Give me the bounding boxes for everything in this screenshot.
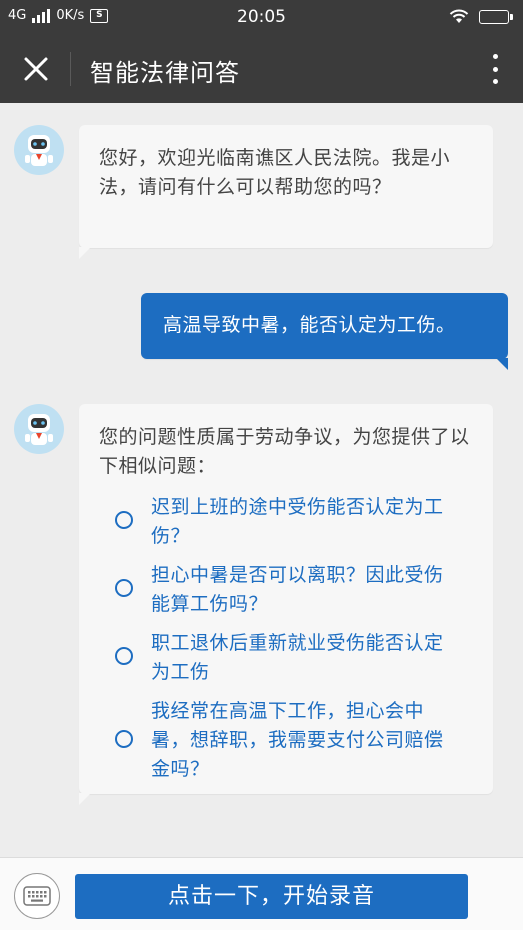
header-divider <box>70 52 71 86</box>
radio-icon <box>115 579 133 597</box>
close-icon <box>24 57 48 81</box>
message-text: 您的问题性质属于劳动争议，为您提供了以下相似问题： <box>99 426 470 477</box>
message-text: 高温导致中暑，能否认定为工伤。 <box>163 314 456 336</box>
suggestion-list: 迟到上班的途中受伤能否认定为工伤？ 担心中暑是否可以离职？因此受伤能算工伤吗？ … <box>99 493 473 784</box>
user-message: 高温导致中暑，能否认定为工伤。 <box>141 293 508 370</box>
bot-message: 您的问题性质属于劳动争议，为您提供了以下相似问题： 迟到上班的途中受伤能否认定为… <box>79 404 493 805</box>
suggestion-text: 职工退休后重新就业受伤能否认定为工伤 <box>151 632 444 683</box>
more-vertical-icon <box>492 54 498 59</box>
bot-message: 您好，欢迎光临南谯区人民法院。我是小法，请问有什么可以帮助您的吗？ <box>79 125 493 259</box>
record-button[interactable]: 点击一下，开始录音 <box>75 874 468 919</box>
bot-avatar <box>14 404 64 454</box>
keyboard-icon <box>23 886 51 906</box>
close-button[interactable] <box>18 51 54 87</box>
suggestion-text: 迟到上班的途中受伤能否认定为工伤？ <box>151 496 444 547</box>
battery-icon <box>479 9 513 24</box>
status-time: 20:05 <box>237 7 286 27</box>
suggestion-item[interactable]: 我经常在高温下工作，担心会中暑，想辞职，我需要支付公司赔偿金吗？ <box>99 697 473 784</box>
status-right <box>449 9 513 24</box>
robot-icon <box>25 414 53 445</box>
suggestion-text: 我经常在高温下工作，担心会中暑，想辞职，我需要支付公司赔偿金吗？ <box>151 700 444 780</box>
robot-icon <box>25 135 53 166</box>
radio-icon <box>115 511 133 529</box>
bot-avatar <box>14 125 64 175</box>
input-bar: 点击一下，开始录音 <box>0 857 523 930</box>
status-bar: 4G 0K/s S 20:05 <box>0 0 523 34</box>
suggestion-item[interactable]: 担心中暑是否可以离职？因此受伤能算工伤吗？ <box>99 561 473 619</box>
radio-icon <box>115 647 133 665</box>
more-button[interactable] <box>489 50 501 88</box>
page-title: 智能法律问答 <box>90 59 240 87</box>
suggestion-item[interactable]: 迟到上班的途中受伤能否认定为工伤？ <box>99 493 473 551</box>
radio-icon <box>115 730 133 748</box>
suggestion-item[interactable]: 职工退休后重新就业受伤能否认定为工伤 <box>99 629 473 687</box>
keyboard-toggle-button[interactable] <box>14 873 60 919</box>
wifi-icon <box>449 9 469 23</box>
app-header: 智能法律问答 <box>0 34 523 103</box>
suggestion-text: 担心中暑是否可以离职？因此受伤能算工伤吗？ <box>151 564 444 615</box>
message-text: 您好，欢迎光临南谯区人民法院。我是小法，请问有什么可以帮助您的吗？ <box>99 147 451 198</box>
